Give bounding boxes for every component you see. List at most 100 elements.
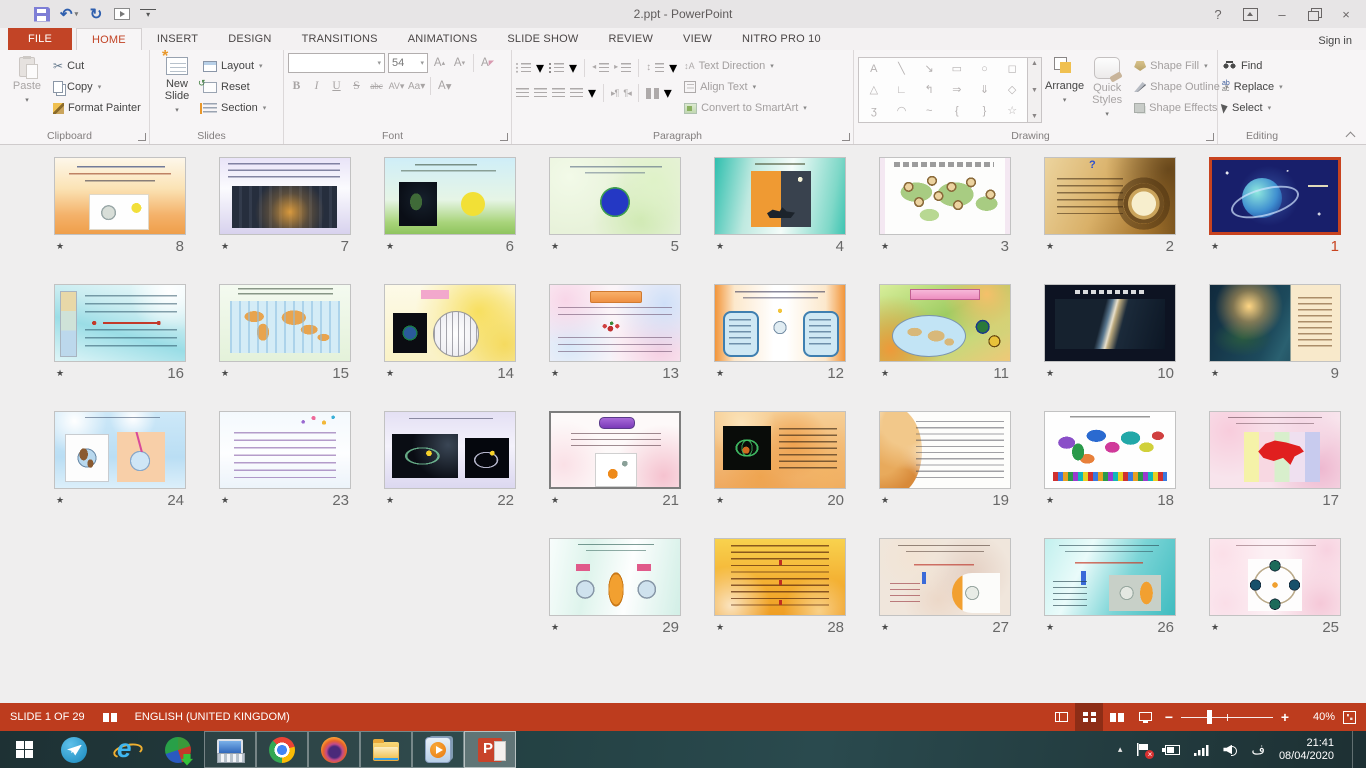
zoom-in-button[interactable]: + [1277,709,1293,725]
align-left-icon[interactable] [516,88,529,99]
line-shape[interactable]: ╲ [898,63,905,75]
slide-sorter-view-button[interactable] [1075,703,1103,731]
tab-home[interactable]: HOME [76,28,142,50]
justify-icon[interactable] [570,88,583,99]
convert-to-smartart-button[interactable]: Convert to SmartArt▾ [684,99,807,117]
hidden-icons-chevron-icon[interactable]: ▴ [1118,744,1123,755]
reset-button[interactable]: Reset [203,78,266,96]
action-center-flag-icon[interactable] [1136,743,1151,756]
spell-check-icon[interactable] [103,712,117,723]
tab-view[interactable]: VIEW [668,28,727,50]
minimize-button[interactable]: – [1268,3,1296,25]
arrange-button[interactable]: Arrange ▾ [1045,53,1084,128]
taskbar-file-explorer[interactable] [360,731,412,768]
increase-indent-icon[interactable] [614,63,631,74]
copy-button[interactable]: Copy▾ [53,78,141,96]
character-spacing-button[interactable]: AV▾ [388,77,405,95]
zoom-level[interactable]: 40% [1299,711,1335,723]
columns-icon[interactable] [646,88,659,99]
paragraph-dialog-launcher[interactable] [842,133,850,141]
freeform-shape[interactable]: ◇ [1008,84,1016,96]
align-center-icon[interactable] [534,88,547,99]
tab-slide-show[interactable]: SLIDE SHOW [492,28,593,50]
shape-outline-button[interactable]: Shape Outline▾ [1134,78,1228,96]
clear-formatting-button[interactable]: A◤ [479,54,496,72]
redo-icon[interactable]: ↻ [88,5,104,23]
slide-thumbnail-12[interactable] [714,284,846,362]
fit-slide-to-window-button[interactable] [1343,711,1356,724]
customize-qat-icon[interactable]: ▾ [140,9,156,19]
taskbar-powerpoint[interactable] [464,731,516,768]
ribbon-display-options-button[interactable] [1236,3,1264,25]
numbering-icon[interactable] [549,63,564,74]
tab-animations[interactable]: ANIMATIONS [393,28,493,50]
volume-icon[interactable] [1223,744,1237,756]
taskbar-chrome[interactable] [256,731,308,768]
sign-in-link[interactable]: Sign in [1318,35,1352,47]
slide-thumbnail-8[interactable] [54,157,186,235]
slide-thumbnail-4[interactable] [714,157,846,235]
show-desktop-button[interactable] [1352,731,1358,768]
strikethrough-button[interactable]: abc [368,77,385,95]
scribble-shape[interactable]: ʒ [871,105,877,117]
slide-thumbnail-15[interactable] [219,284,351,362]
language-status[interactable]: ENGLISH (UNITED KINGDOM) [135,711,290,723]
slide-thumbnail-24[interactable] [54,411,186,489]
arc-shape[interactable]: ◠ [897,105,907,117]
right-to-left-icon[interactable]: ¶◂ [623,88,630,99]
decrease-indent-icon[interactable] [592,63,609,74]
rounded-rectangle-shape[interactable]: ◻ [1008,63,1017,75]
align-text-button[interactable]: Align Text▾ [684,78,807,96]
help-button[interactable]: ? [1204,3,1232,25]
save-icon[interactable] [34,7,50,22]
slide-thumbnail-22[interactable] [384,411,516,489]
increase-font-size-button[interactable]: A▴ [431,54,448,72]
zoom-slider-thumb[interactable] [1207,710,1212,724]
normal-view-button[interactable] [1047,703,1075,731]
rectangle-shape[interactable]: ▭ [952,63,962,75]
restore-button[interactable] [1300,3,1328,25]
section-button[interactable]: Section▾ [203,99,266,117]
shape-gallery-scrollbar[interactable]: ▲▼▼ [1028,57,1042,123]
select-button[interactable]: Select▾ [1222,99,1283,117]
zoom-slider[interactable] [1181,710,1273,724]
slide-thumbnail-11[interactable] [879,284,1011,362]
undo-icon[interactable]: ↶▾ [60,5,78,23]
bullets-icon[interactable] [516,63,531,74]
decrease-font-size-button[interactable]: A▾ [451,54,468,72]
slide-thumbnail-20[interactable] [714,411,846,489]
slide-thumbnail-23[interactable] [219,411,351,489]
tab-nitro-pro-10[interactable]: NITRO PRO 10 [727,28,836,50]
shape-effects-button[interactable]: Shape Effects▾ [1134,99,1228,117]
close-button[interactable]: × [1332,3,1360,25]
bold-button[interactable]: B [288,77,305,95]
cut-button[interactable]: Cut [53,57,141,75]
right-arrow-shape[interactable]: ⇒ [952,84,961,96]
slide-thumbnail-16[interactable] [54,284,186,362]
reading-view-button[interactable] [1103,703,1131,731]
text-shadow-button[interactable]: S [348,77,365,95]
start-slideshow-icon[interactable] [114,8,130,20]
powerpoint-app-logo-icon[interactable] [8,5,24,23]
text-direction-button[interactable]: ↕AText Direction▾ [684,57,807,75]
taskbar-idm[interactable] [152,731,204,768]
left-to-right-icon[interactable]: ▸¶ [611,88,618,99]
underline-button[interactable]: U [328,77,345,95]
tab-design[interactable]: DESIGN [213,28,286,50]
power-plug-icon[interactable] [1165,745,1180,755]
tab-review[interactable]: REVIEW [593,28,668,50]
align-right-icon[interactable] [552,88,565,99]
slide-thumbnail-2[interactable] [1044,157,1176,235]
slide-thumbnail-7[interactable] [219,157,351,235]
slide-thumbnail-28[interactable] [714,538,846,616]
slide-thumbnail-6[interactable] [384,157,516,235]
slide-thumbnail-26[interactable] [1044,538,1176,616]
taskbar-on-screen-keyboard[interactable] [204,731,256,768]
italic-button[interactable]: I [308,77,325,95]
slide-thumbnail-27[interactable] [879,538,1011,616]
keyboard-language-indicator[interactable]: ف [1251,742,1264,758]
curve-shape[interactable]: ~ [926,105,932,117]
start-button[interactable] [0,731,48,768]
slide-thumbnail-10[interactable] [1044,284,1176,362]
text-box-shape[interactable]: A [870,63,877,75]
